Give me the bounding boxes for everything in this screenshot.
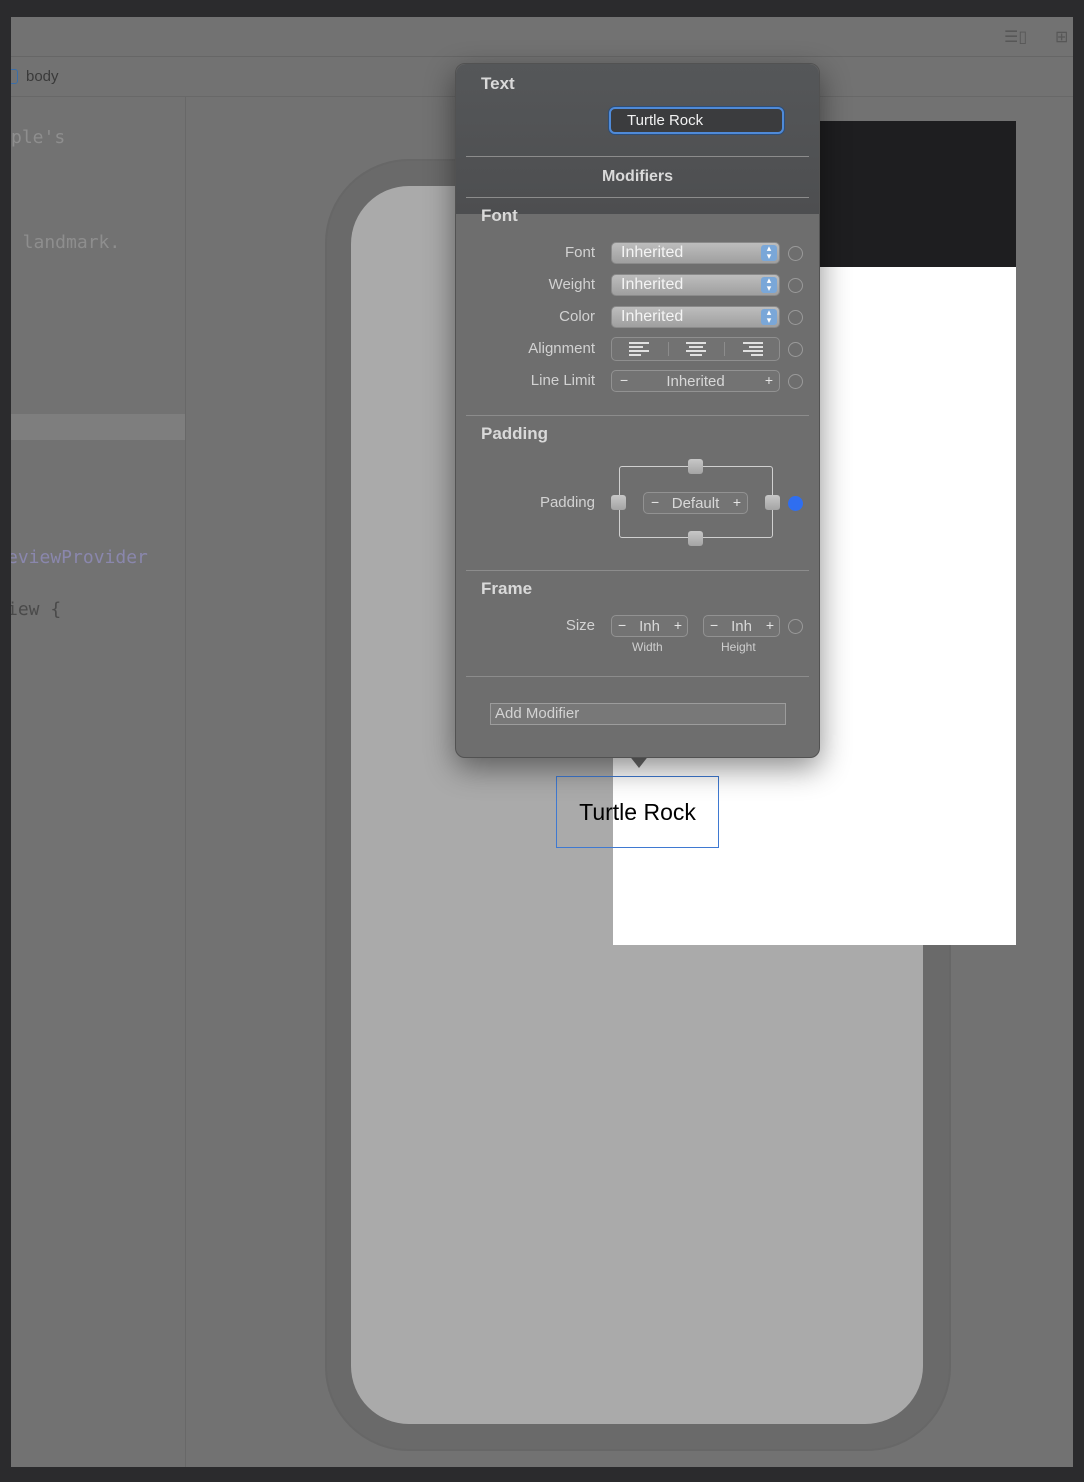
font-label: Font (564, 244, 595, 261)
width-stepper[interactable]: − Inh + (611, 615, 688, 637)
modifiers-title: Modifiers (601, 168, 674, 185)
preview-text-selected[interactable]: Turtle Rock (556, 776, 719, 848)
width-caption: Width (632, 640, 663, 654)
code-line[interactable]: iew { (11, 599, 61, 620)
divider (466, 570, 809, 571)
add-modifier-field[interactable]: Add Modifier (490, 703, 786, 725)
font-section-title: Font (481, 206, 518, 225)
updown-chevron-icon: ▴ ▾ (761, 309, 777, 326)
alignment-active-indicator[interactable] (788, 342, 803, 357)
divider (466, 156, 809, 157)
size-label: Size (565, 617, 595, 634)
updown-chevron-icon: ▴ ▾ (761, 277, 777, 294)
code-line[interactable]: eviewProvider (11, 547, 148, 568)
divider (466, 676, 809, 677)
weight-label: Weight (548, 276, 595, 293)
padding-leading-checkbox[interactable] (611, 495, 626, 510)
color-popup-value: Inherited (621, 308, 684, 325)
property-icon (11, 69, 18, 84)
code-line[interactable]: ple's (11, 127, 65, 148)
padding-active-indicator[interactable] (788, 496, 803, 511)
divider (466, 197, 809, 198)
padding-value: Default (671, 495, 720, 512)
padding-section-title: Padding (481, 424, 549, 443)
padding-trailing-checkbox[interactable] (765, 495, 780, 510)
height-caption: Height (721, 640, 756, 654)
font-popup-value: Inherited (621, 244, 684, 261)
alignment-segmented-control (611, 337, 780, 361)
line-limit-label: Line Limit (530, 372, 595, 389)
frame-active-indicator[interactable] (788, 619, 803, 634)
left-align-icon[interactable] (612, 338, 668, 360)
attributes-inspector-popover: Text Turtle Rock Modifiers Font Font Inh… (455, 63, 820, 758)
line-limit-stepper[interactable]: − Inherited + (611, 370, 780, 392)
height-stepper[interactable]: − Inh + (703, 615, 780, 637)
code-editor[interactable]: ple's a landmark. eviewProvider iew { (11, 97, 186, 1467)
weight-popup[interactable]: Inherited ▴ ▾ (611, 274, 780, 296)
inspector-header: Text (481, 74, 515, 93)
increment-button[interactable]: + (766, 617, 774, 633)
updown-chevron-icon: ▴ ▾ (761, 245, 777, 262)
increment-button[interactable]: + (733, 494, 741, 510)
padding-top-checkbox[interactable] (688, 459, 703, 474)
preview-text: Turtle Rock (579, 798, 696, 825)
add-modifier-placeholder: Add Modifier (495, 705, 580, 722)
divider (466, 415, 809, 416)
weight-active-indicator[interactable] (788, 278, 803, 293)
color-popup[interactable]: Inherited ▴ ▾ (611, 306, 780, 328)
increment-button[interactable]: + (674, 617, 682, 633)
current-line-highlight (11, 414, 185, 440)
center-align-icon[interactable] (668, 338, 724, 360)
increment-button[interactable]: + (765, 372, 773, 388)
padding-label: Padding (539, 494, 595, 511)
padding-bottom-checkbox[interactable] (688, 531, 703, 546)
color-active-indicator[interactable] (788, 310, 803, 325)
alignment-label: Alignment (528, 340, 595, 357)
font-active-indicator[interactable] (788, 246, 803, 261)
weight-popup-value: Inherited (621, 276, 684, 293)
code-line[interactable]: a landmark. (11, 232, 120, 253)
inspector-toggle-icon[interactable]: ☰▯ (1004, 27, 1030, 47)
frame-section-title: Frame (481, 579, 533, 598)
breadcrumb-body[interactable]: body (26, 68, 59, 85)
line-limit-value: Inherited (666, 373, 725, 390)
color-label: Color (559, 308, 595, 325)
toolbar: ☰▯ ⊞ (11, 17, 1073, 57)
right-align-icon[interactable] (724, 338, 780, 360)
padding-stepper[interactable]: − Default + (643, 492, 748, 514)
font-popup[interactable]: Inherited ▴ ▾ (611, 242, 780, 264)
line-limit-active-indicator[interactable] (788, 374, 803, 389)
add-editor-icon[interactable]: ⊞ (1055, 27, 1073, 47)
text-value: Turtle Rock (627, 112, 704, 129)
text-value-field[interactable]: Turtle Rock (609, 107, 784, 134)
